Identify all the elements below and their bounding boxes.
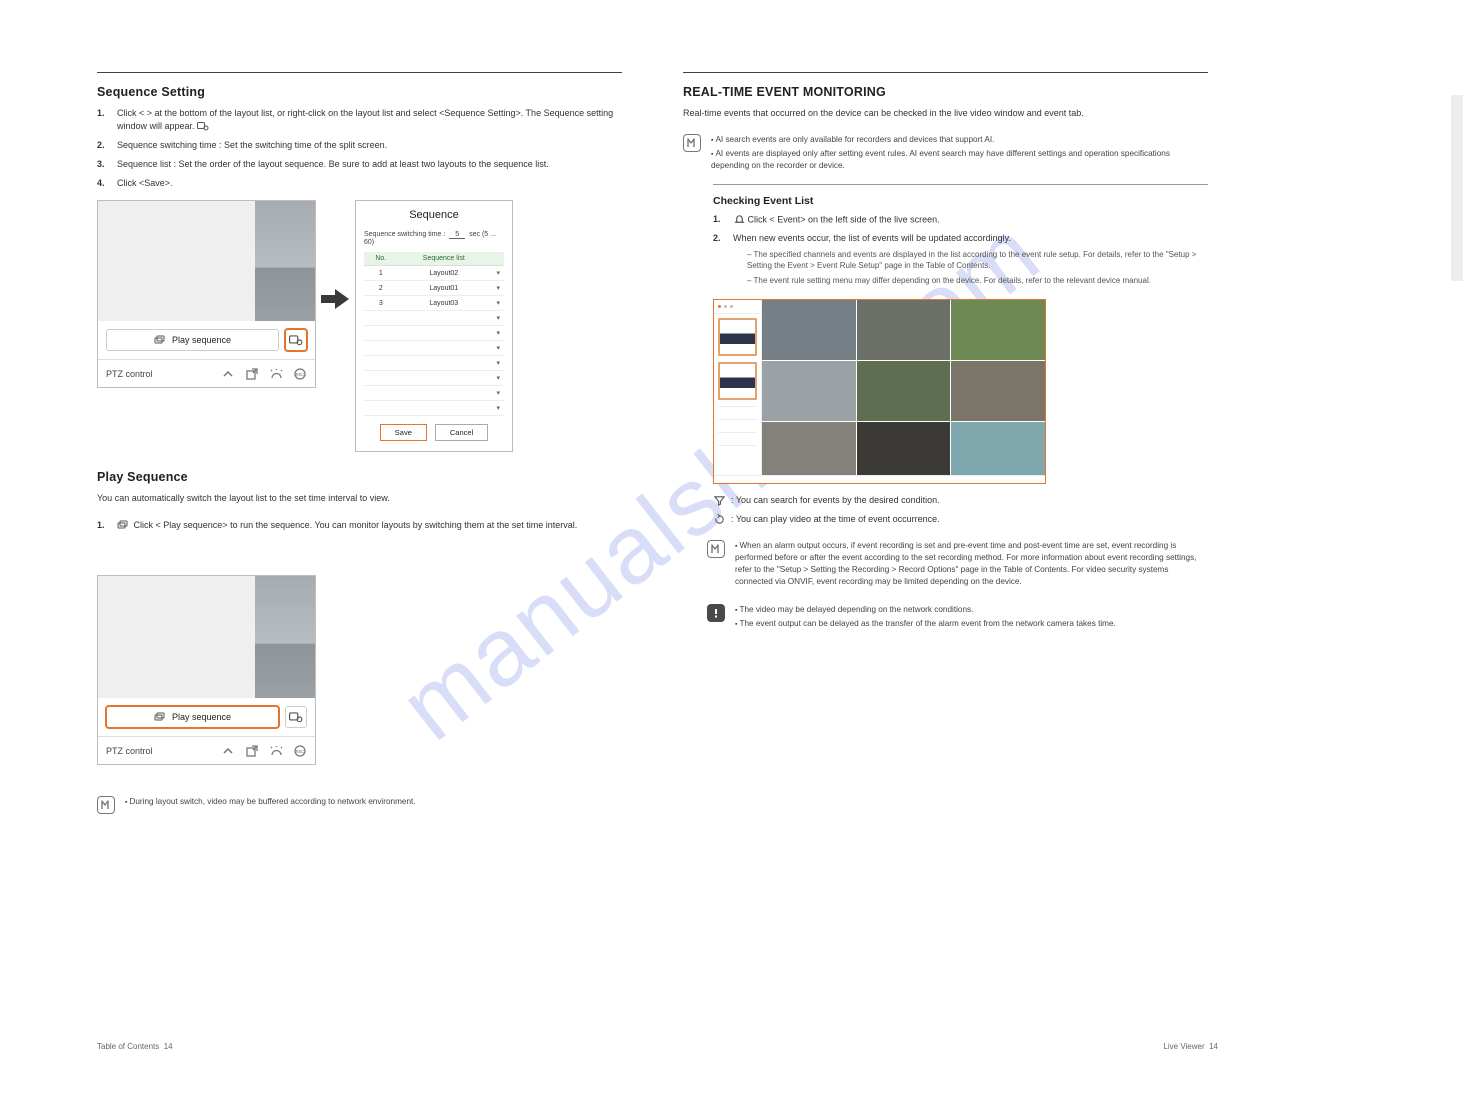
note-m: During layout switch, video may be buffe…	[97, 796, 622, 814]
note-m-icon	[97, 796, 115, 814]
important-icon	[707, 604, 725, 622]
rec-icon[interactable]: REC	[293, 744, 307, 758]
table-row[interactable]: ▾	[364, 341, 504, 356]
camera-image-area	[98, 201, 315, 321]
heading-play-sequence: Play Sequence	[97, 470, 622, 484]
table-row[interactable]: ▾	[364, 401, 504, 416]
camera-tile[interactable]	[857, 361, 951, 421]
play-sequence-label: Play sequence	[172, 712, 231, 722]
sequence-list-table: No. Sequence list 1Layout02▾ 2Layout01▾ …	[364, 252, 504, 416]
note-m-record: When an alarm output occurs, if event re…	[707, 540, 1208, 590]
chevron-up-icon[interactable]	[221, 367, 235, 381]
play-sequence-lead: You can automatically switch the layout …	[97, 492, 622, 505]
svg-text:REC: REC	[296, 749, 305, 754]
save-button[interactable]: Save	[380, 424, 427, 441]
seq-setting-steps: 1.Click < > at the bottom of the layout …	[97, 107, 622, 190]
camera-tile[interactable]	[951, 422, 1045, 482]
event-screenshot	[713, 299, 1046, 484]
sequence-settings-button[interactable]	[285, 706, 307, 728]
camera-tile[interactable]	[857, 422, 951, 482]
camera-grid	[762, 300, 1045, 483]
camera-tile[interactable]	[857, 300, 951, 360]
dialog-title: Sequence	[364, 209, 504, 221]
camera-tile[interactable]	[762, 422, 856, 482]
play-sequence-button[interactable]: Play sequence	[106, 329, 279, 351]
table-row[interactable]: ▾	[364, 311, 504, 326]
list-item[interactable]	[718, 406, 757, 417]
event-sidebar-header	[714, 300, 761, 314]
sequence-settings-button[interactable]	[285, 329, 307, 351]
col-no: No.	[364, 252, 398, 266]
top-rule-left	[97, 72, 622, 73]
ptz-label: PTZ control	[106, 746, 153, 756]
camera-tile[interactable]	[762, 300, 856, 360]
chevron-up-icon[interactable]	[221, 744, 235, 758]
replay-icon	[713, 514, 725, 526]
event-lead: Real-time events that occurred on the de…	[683, 107, 1208, 120]
layers-icon	[117, 519, 129, 531]
table-row[interactable]: ▾	[364, 326, 504, 341]
sequence-toolbar: Play sequence	[106, 327, 307, 353]
play-sequence-label: Play sequence	[172, 335, 231, 345]
popout-icon[interactable]	[245, 744, 259, 758]
camera-panel-play: Play sequence PTZ control REC	[97, 575, 316, 765]
page-right: REAL-TIME EVENT MONITORING Real-time eve…	[683, 72, 1208, 1045]
camera-panel-seq: Play sequence PTZ control REC	[97, 200, 316, 388]
note-m-ai: AI search events are only available for …	[683, 134, 1208, 174]
heading-event-monitoring: REAL-TIME EVENT MONITORING	[683, 85, 1208, 99]
popout-icon[interactable]	[245, 367, 259, 381]
event-sidebar	[714, 300, 762, 483]
alarm-icon[interactable]	[269, 367, 283, 381]
heading-check-event-list: Checking Event List	[713, 195, 1208, 207]
rec-icon[interactable]: REC	[293, 367, 307, 381]
col-seq: Sequence list	[398, 252, 490, 266]
event-rule	[713, 184, 1208, 185]
arrow-right-icon	[321, 288, 349, 310]
note-m-icon	[707, 540, 725, 558]
sequence-dialog: Sequence Sequence switching time : 5 sec…	[355, 200, 513, 452]
event-bottom-bar	[714, 475, 1045, 483]
table-row[interactable]: 3Layout03▾	[364, 296, 504, 311]
cancel-button[interactable]: Cancel	[435, 424, 488, 441]
list-item[interactable]	[718, 445, 757, 456]
table-row[interactable]: 1Layout02▾	[364, 266, 504, 281]
list-item[interactable]	[718, 432, 757, 443]
right-edge-tab	[1451, 95, 1463, 281]
sequence-gear-icon	[197, 120, 209, 132]
alarm-icon[interactable]	[269, 744, 283, 758]
event-card[interactable]	[718, 318, 757, 356]
svg-text:REC: REC	[296, 372, 305, 377]
note-important: The video may be delayed depending on th…	[707, 604, 1208, 632]
camera-tile[interactable]	[951, 361, 1045, 421]
layers-icon	[154, 334, 166, 346]
funnel-icon	[713, 495, 725, 507]
page-left: Sequence Setting 1.Click < > at the bott…	[97, 72, 622, 1045]
footer-right: Live Viewer 14	[1163, 1042, 1218, 1051]
dialog-switching-time: Sequence switching time : 5 sec (5 ... 6…	[364, 231, 504, 246]
camera-tile[interactable]	[951, 300, 1045, 360]
layers-icon	[154, 711, 166, 723]
switching-time-input[interactable]: 5	[449, 231, 465, 239]
footer-left: Table of Contents 14	[97, 1042, 173, 1051]
ptz-row: PTZ control REC	[98, 359, 315, 387]
play-sequence-button[interactable]: Play sequence	[106, 706, 279, 728]
heading-sequence-setting: Sequence Setting	[97, 85, 622, 99]
list-item[interactable]	[718, 419, 757, 430]
table-row[interactable]: ▾	[364, 386, 504, 401]
bell-icon	[733, 213, 745, 225]
table-row[interactable]: ▾	[364, 356, 504, 371]
top-rule-right	[683, 72, 1208, 73]
camera-tile[interactable]	[762, 361, 856, 421]
table-row[interactable]: ▾	[364, 371, 504, 386]
event-card[interactable]	[718, 362, 757, 400]
ptz-label: PTZ control	[106, 369, 153, 379]
table-row[interactable]: 2Layout01▾	[364, 281, 504, 296]
note-m-icon	[683, 134, 701, 152]
